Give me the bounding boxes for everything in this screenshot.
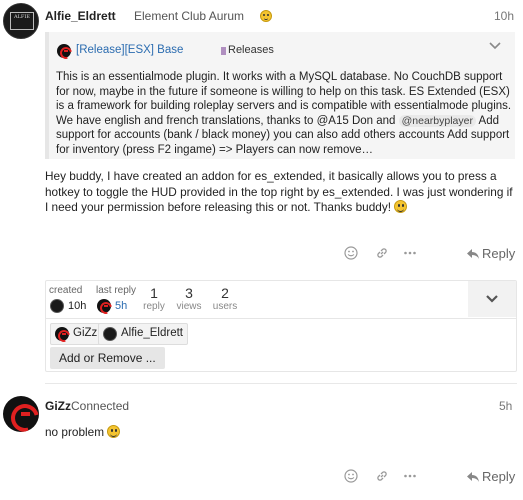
participant-alfie-name: Alfie_Eldrett	[121, 327, 184, 339]
quote-category[interactable]: Releases	[228, 44, 274, 56]
quote-title-link[interactable]: [Release][ESX] Base	[76, 44, 183, 56]
category-color-icon	[221, 47, 226, 55]
views-label: views	[176, 301, 202, 312]
post-divider	[45, 383, 517, 384]
users-count: 2	[221, 285, 229, 301]
post1-username[interactable]: Alfie_Eldrett	[45, 9, 116, 23]
post2-text: no problem	[45, 425, 105, 439]
post2-actions: Reply	[340, 467, 520, 487]
created-label: created	[49, 285, 83, 296]
topic-stats-row: created 10h last reply 5h 1 reply 3 view…	[46, 281, 516, 319]
post2-time[interactable]: 5h	[499, 399, 512, 413]
post1-time[interactable]: 10h	[494, 9, 514, 23]
like-icon[interactable]	[344, 246, 358, 260]
avatar-alfie-text: ALFIE	[10, 12, 34, 30]
participant-gizz-name: GiZz	[73, 327, 98, 339]
replies-count: 1	[150, 285, 158, 301]
replies-label: reply	[143, 301, 165, 312]
quote-avatar-icon	[57, 44, 71, 58]
post1-actions: Reply	[340, 244, 520, 264]
gizz-mini-avatar	[55, 327, 69, 341]
add-remove-button[interactable]: Add or Remove ...	[50, 347, 165, 369]
alfie-mini-avatar	[103, 327, 117, 341]
last-reply-label: last reply	[96, 285, 137, 296]
link-icon[interactable]	[375, 246, 389, 260]
post1-body: Hey buddy, I have created an addon for e…	[45, 169, 515, 216]
like-icon[interactable]	[344, 469, 358, 483]
last-reply-value[interactable]: 5h	[115, 300, 127, 312]
more-options-icon[interactable]	[403, 469, 417, 483]
grinning-emoji-icon	[394, 200, 408, 213]
avatar-alfie[interactable]: ALFIE	[3, 3, 39, 39]
users-label: users	[212, 301, 238, 312]
participant-alfie[interactable]: Alfie_Eldrett	[98, 323, 189, 345]
post1-text: Hey buddy, I have created an addon for e…	[45, 169, 513, 214]
chevron-down-icon[interactable]	[489, 41, 501, 51]
quote-body: This is an essentialmode plugin. It work…	[56, 70, 514, 158]
views-count: 3	[185, 285, 193, 301]
last-reply-avatar[interactable]	[97, 299, 111, 313]
reply-arrow-icon[interactable]	[466, 247, 480, 261]
post2-username[interactable]: GiZz	[45, 399, 71, 413]
post2-user-title: Connected	[71, 399, 130, 413]
post2-reply-button[interactable]: Reply	[482, 469, 515, 484]
post2-body: no problem	[45, 425, 515, 441]
post1-user-title: Element Club Aurum	[134, 9, 245, 23]
expand-topic-map-button[interactable]	[468, 281, 516, 317]
chevron-down-icon	[486, 295, 498, 303]
avatar-gizz[interactable]	[3, 396, 39, 432]
smiley-badge-icon	[260, 10, 272, 22]
quote-block: [Release][ESX] Base Releases This is an …	[45, 32, 515, 159]
created-avatar[interactable]	[50, 299, 64, 313]
participant-gizz[interactable]: GiZz	[50, 323, 103, 345]
created-value: 10h	[68, 300, 87, 312]
reply-arrow-icon[interactable]	[466, 470, 480, 484]
more-options-icon[interactable]	[403, 246, 417, 260]
topic-map: created 10h last reply 5h 1 reply 3 view…	[45, 280, 517, 372]
link-icon[interactable]	[375, 469, 389, 483]
smiling-emoji-icon	[107, 425, 121, 438]
mention-nearbyplayer[interactable]: @nearbyplayer	[398, 114, 476, 127]
post1-reply-button[interactable]: Reply	[482, 246, 515, 261]
